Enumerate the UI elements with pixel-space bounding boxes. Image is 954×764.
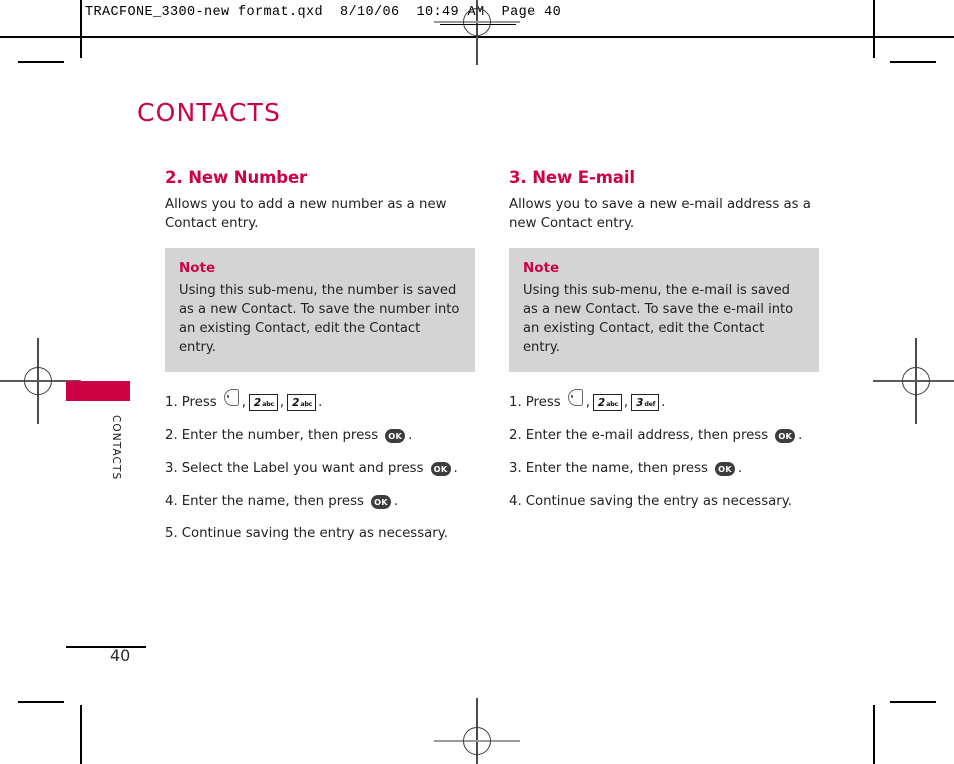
- step-number: 2.: [165, 427, 178, 443]
- step-text: Enter the name, then press: [525, 460, 708, 476]
- step-number: 2.: [509, 427, 522, 443]
- section-intro-left: Allows you to add a new number as a new …: [165, 197, 447, 231]
- step-number: 5.: [165, 526, 178, 542]
- step-terminator: .: [737, 460, 743, 476]
- step-item: 3. Enter the name, then press OK.: [509, 459, 819, 479]
- softkey-menu-icon: [223, 388, 239, 406]
- step-list-left: 1. Press, 2abc, 2abc. 2. Enter the number, th…: [165, 388, 475, 545]
- step-terminator: .: [393, 493, 399, 509]
- note-title: Note: [523, 259, 560, 276]
- step-text: Enter the e-mail address, then press: [525, 427, 769, 443]
- section-title-right: 3. New E-mail: [509, 168, 635, 187]
- note-body: Using this sub-menu, the e-mail is saved…: [523, 282, 794, 356]
- note-box-right: Note Using this sub-menu, the e-mail is s…: [509, 247, 819, 372]
- ok-key-icon: OK: [430, 461, 451, 476]
- step-item: 4. Enter the name, then press OK.: [165, 492, 475, 512]
- step-item: 3. Select the Label you want and press OK.: [165, 459, 475, 479]
- step-text: Enter the name, then press: [181, 493, 364, 509]
- step-separator: ,: [241, 394, 246, 410]
- step-text: Continue saving the entry as necessary.: [525, 493, 792, 509]
- step-text: Select the Label you want and press: [181, 460, 424, 476]
- section-title-left: 2. New Number: [165, 168, 308, 187]
- chapter-tab-label: CONTACTS: [110, 415, 122, 481]
- step-number: 4.: [509, 493, 522, 509]
- column-left: 2. New Number Allows you to add a new num…: [165, 168, 475, 557]
- keypad-key-2-icon: 2abc: [287, 393, 317, 411]
- step-number: 3.: [165, 460, 178, 476]
- step-item: 5. Continue saving the entry as necessary…: [165, 524, 475, 544]
- step-list-right: 1. Press, 2abc, 3def. 2. Enter the e-mail add…: [509, 388, 819, 512]
- step-text: Press: [181, 394, 217, 410]
- page-number: 40: [110, 646, 131, 665]
- keypad-key-2-icon: 2abc: [592, 393, 622, 411]
- step-terminator: .: [408, 427, 413, 443]
- ok-key-icon: OK: [775, 428, 796, 443]
- step-text: Enter the number, then press: [181, 427, 379, 443]
- column-right: 3. New E-mail Allows you to save a new e-…: [509, 168, 819, 524]
- step-terminator: .: [453, 460, 458, 476]
- note-title: Note: [179, 259, 216, 276]
- step-item: 1. Press, 2abc, 3def.: [509, 388, 819, 413]
- softkey-menu-icon: [567, 388, 583, 406]
- keypad-key-3-icon: 3def: [631, 393, 660, 411]
- step-separator: ,: [279, 394, 285, 410]
- keypad-key-2-icon: 2abc: [248, 393, 278, 411]
- step-item: 2. Enter the number, then press OK.: [165, 426, 475, 446]
- step-item: 1. Press, 2abc, 2abc.: [165, 388, 475, 413]
- ok-key-icon: OK: [714, 461, 735, 476]
- step-item: 4. Continue saving the entry as necessary…: [509, 492, 819, 512]
- page-content: CONTACTS CONTACTS 40 2. New Number Allows…: [0, 0, 954, 764]
- step-text: Press: [525, 394, 561, 410]
- note-body: Using this sub-menu, the number is saved…: [179, 282, 460, 356]
- step-separator: ,: [623, 394, 629, 410]
- step-item: 2. Enter the e-mail address, then press OK…: [509, 426, 819, 446]
- ok-key-icon: OK: [385, 428, 406, 443]
- step-number: 1.: [165, 394, 178, 410]
- section-intro-right: Allows you to save a new e-mail address …: [509, 197, 811, 231]
- step-terminator: .: [798, 427, 803, 443]
- chapter-tab: [66, 381, 130, 401]
- page-title: CONTACTS: [137, 98, 282, 127]
- manual-page: TRACFONE_3300-new format.qxd 8/10/06 10:…: [0, 0, 954, 764]
- step-number: 3.: [509, 460, 522, 476]
- folio-rule: [66, 646, 146, 648]
- step-terminator: .: [318, 394, 323, 410]
- step-text: Continue saving the entry as necessary.: [181, 526, 448, 542]
- note-box-left: Note Using this sub-menu, the number is s…: [165, 247, 475, 372]
- ok-key-icon: OK: [370, 494, 391, 509]
- step-terminator: .: [661, 394, 666, 410]
- step-number: 1.: [509, 394, 522, 410]
- step-number: 4.: [165, 493, 178, 509]
- step-separator: ,: [585, 394, 590, 410]
